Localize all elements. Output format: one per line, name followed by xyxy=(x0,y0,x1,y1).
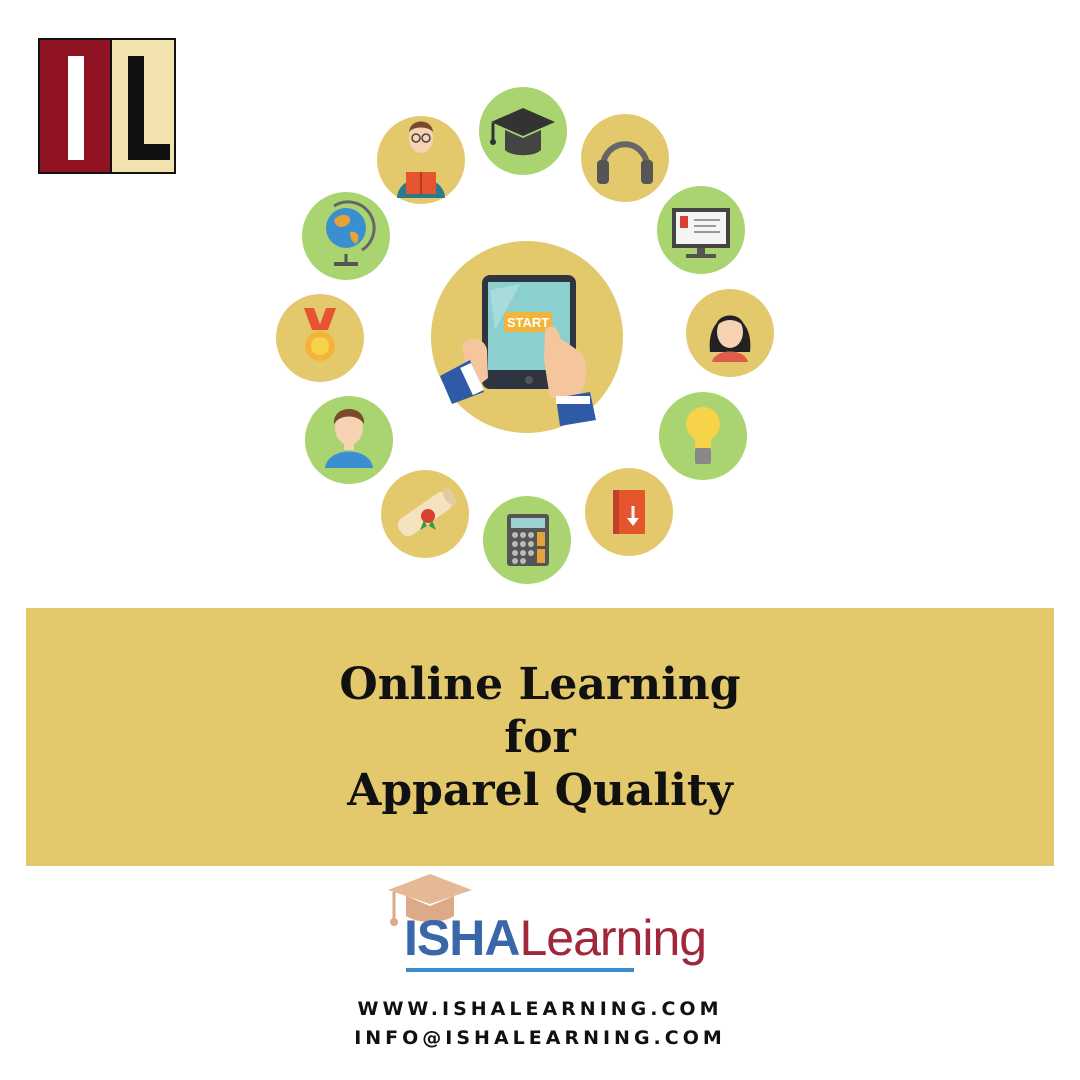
title-line-1: Online Learning xyxy=(339,658,741,710)
teacher-reading-icon xyxy=(377,116,465,204)
book-download-icon xyxy=(585,468,673,556)
brand-isha: ISHA xyxy=(404,910,520,966)
monitor-icon xyxy=(657,186,745,274)
email-link[interactable]: INFO@ISHALEARNING.COM xyxy=(0,1027,1080,1049)
man-avatar-icon xyxy=(305,396,393,484)
website-link[interactable]: WWW.ISHALEARNING.COM xyxy=(0,998,1080,1020)
headphones-icon xyxy=(581,114,669,202)
medal-icon xyxy=(276,294,364,382)
tablet-start-icon: START xyxy=(431,241,623,433)
diploma-scroll-icon xyxy=(381,470,469,558)
calculator-icon xyxy=(483,496,571,584)
title-banner: Online Learning for Apparel Quality xyxy=(26,608,1054,866)
brand-wordmark: ISHALearning xyxy=(404,908,707,968)
woman-avatar-icon xyxy=(686,289,774,377)
title-line-3: Apparel Quality xyxy=(347,764,733,816)
icon-ring-illustration: START xyxy=(276,87,774,584)
brand-underline xyxy=(406,968,634,972)
title-line-2: for xyxy=(504,711,576,763)
brand-learning: Learning xyxy=(519,910,707,966)
graduation-cap-icon xyxy=(479,87,567,175)
globe-icon xyxy=(302,192,390,280)
lightbulb-icon xyxy=(659,392,747,480)
start-button-label: START xyxy=(507,315,549,330)
